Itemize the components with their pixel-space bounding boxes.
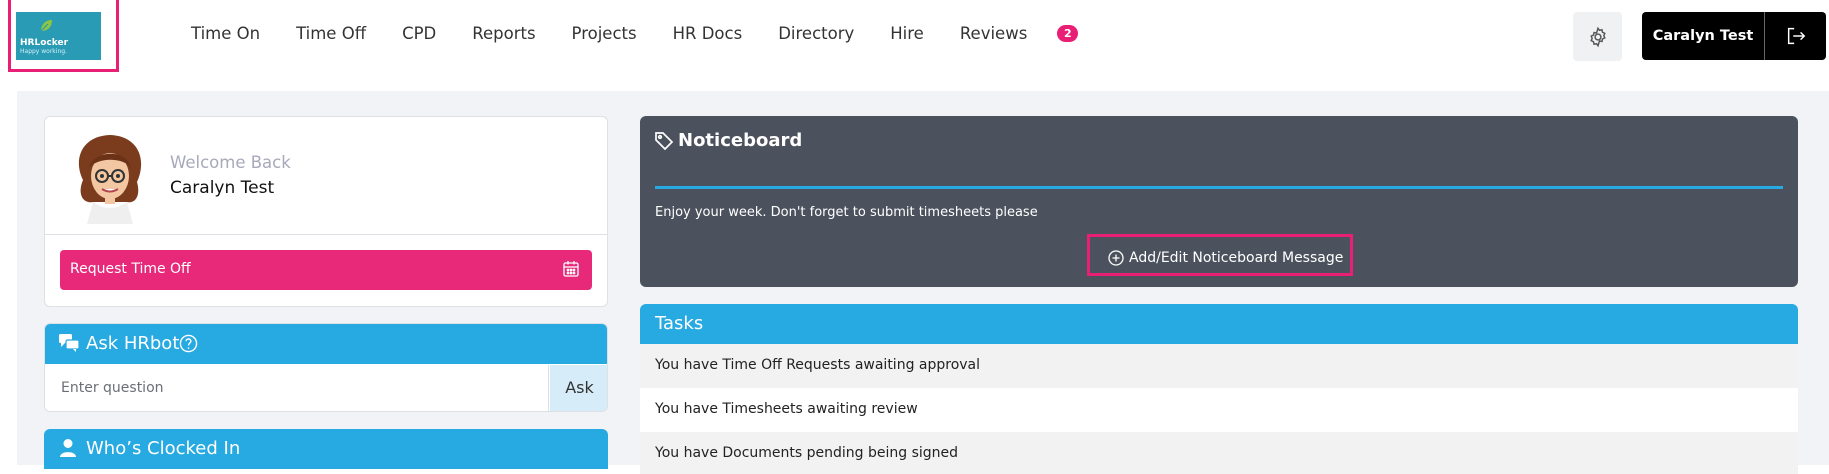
task-item-text[interactable]: You have Timesheets awaiting review xyxy=(655,401,918,417)
tasks-panel: Tasks You have Time Off Requests awaitin… xyxy=(640,304,1798,474)
hrbot-header: Ask HRbot xyxy=(45,324,607,364)
logo-name: HRLocker xyxy=(20,38,69,48)
nav-directory[interactable]: Directory xyxy=(778,24,854,43)
noticeboard-title: Noticeboard xyxy=(678,130,803,151)
calendar-icon xyxy=(563,261,579,277)
user-icon xyxy=(60,439,76,457)
noticeboard-divider xyxy=(655,186,1783,189)
gear-icon xyxy=(1589,26,1606,47)
logo-tagline: Happy working. xyxy=(20,48,67,55)
add-edit-noticeboard-label: Add/Edit Noticeboard Message xyxy=(1129,250,1344,266)
help-circle-icon[interactable] xyxy=(179,334,198,353)
nav-time-off[interactable]: Time Off xyxy=(296,24,366,43)
noticeboard-message: Enjoy your week. Don't forget to submit … xyxy=(655,205,1038,220)
task-item-text[interactable]: You have Documents pending being signed xyxy=(655,445,958,461)
settings-button[interactable] xyxy=(1573,12,1622,61)
nav-projects[interactable]: Projects xyxy=(572,24,637,43)
task-item[interactable]: You have Time Off Requests awaiting appr… xyxy=(640,344,1798,388)
logout-button[interactable] xyxy=(1764,12,1826,60)
logo[interactable]: HRLocker Happy working. xyxy=(16,12,101,60)
hrbot-title: Ask HRbot xyxy=(86,333,180,354)
request-time-off-label: Request Time Off xyxy=(70,261,191,277)
request-time-off-button[interactable]: Request Time Off xyxy=(60,250,592,290)
nav-hire[interactable]: Hire xyxy=(890,24,924,43)
tag-icon xyxy=(655,132,674,151)
welcome-greeting: Welcome Back xyxy=(170,153,291,172)
ask-button[interactable]: Ask xyxy=(550,365,607,411)
tasks-header: Tasks xyxy=(640,304,1798,344)
top-nav-bar: HRLocker Happy working. Time On Time Off… xyxy=(0,0,1829,91)
nav-reviews[interactable]: Reviews xyxy=(960,24,1027,43)
chat-icon xyxy=(59,334,80,352)
add-edit-noticeboard-button[interactable]: Add/Edit Noticeboard Message xyxy=(1108,250,1343,266)
nav-reports[interactable]: Reports xyxy=(472,24,535,43)
nav-time-on[interactable]: Time On xyxy=(191,24,260,43)
nav-cpd[interactable]: CPD xyxy=(402,24,436,43)
nav-hr-docs[interactable]: HR Docs xyxy=(673,24,743,43)
leaf-icon xyxy=(40,20,52,32)
noticeboard-panel: Noticeboard Enjoy your week. Don't forge… xyxy=(640,116,1798,287)
whos-clocked-in-header: Who’s Clocked In xyxy=(44,429,608,469)
avatar xyxy=(78,135,142,224)
task-item[interactable]: You have Timesheets awaiting review xyxy=(640,388,1798,432)
welcome-card: Welcome Back Caralyn Test Request Time O… xyxy=(44,116,608,307)
plus-circle-icon xyxy=(1108,250,1124,266)
task-item-text[interactable]: You have Time Off Requests awaiting appr… xyxy=(655,357,980,373)
hrbot-panel: Ask HRbot Ask xyxy=(44,323,608,412)
main-nav: Time On Time Off CPD Reports Projects HR… xyxy=(191,24,1079,43)
welcome-user-name: Caralyn Test xyxy=(170,178,275,198)
task-item[interactable]: You have Documents pending being signed xyxy=(640,432,1798,474)
logout-icon xyxy=(1787,27,1805,45)
divider xyxy=(45,234,607,235)
tasks-title: Tasks xyxy=(655,313,704,334)
whos-clocked-in-title: Who’s Clocked In xyxy=(86,438,241,459)
notification-badge[interactable]: 2 xyxy=(1057,25,1079,42)
user-name[interactable]: Caralyn Test xyxy=(1642,12,1764,60)
user-menu[interactable]: Caralyn Test xyxy=(1642,12,1826,60)
hrbot-question-input[interactable] xyxy=(45,365,549,411)
